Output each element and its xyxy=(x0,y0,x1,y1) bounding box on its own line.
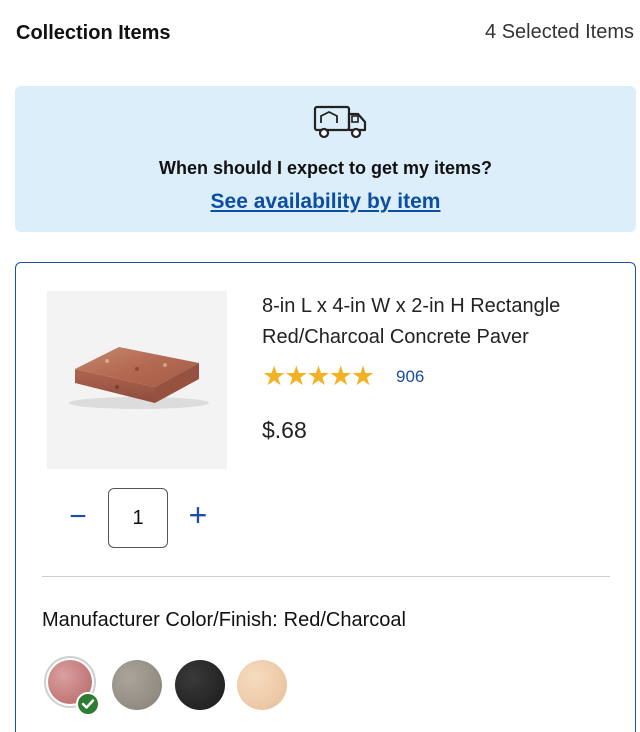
color-finish-caption: Manufacturer Color/Finish: xyxy=(42,609,278,631)
page-title: Collection Items xyxy=(16,22,171,44)
availability-banner: When should I expect to get my items? Se… xyxy=(15,86,636,232)
collection-header: Collection Items 4 Selected Items xyxy=(16,20,634,48)
product-image[interactable] xyxy=(47,291,227,469)
decrease-quantity-button[interactable]: − xyxy=(66,502,90,533)
swatch-tan-fill xyxy=(237,660,287,710)
swatch-gray[interactable] xyxy=(112,660,164,712)
availability-question: When should I expect to get my items? xyxy=(158,158,493,178)
star-rating-icons: ★★★★★ xyxy=(262,361,375,391)
increase-quantity-button[interactable]: + xyxy=(184,499,212,531)
selected-check-icon xyxy=(76,692,100,716)
divider xyxy=(42,576,610,577)
paver-brick-image xyxy=(69,347,209,409)
see-availability-link[interactable]: See availability by item xyxy=(15,190,636,214)
product-price: $.68 xyxy=(262,417,307,443)
swatch-red-charcoal[interactable] xyxy=(44,656,100,716)
review-count[interactable]: 906 xyxy=(396,367,424,387)
quantity-input[interactable] xyxy=(108,488,168,548)
swatch-gray-fill xyxy=(112,660,162,710)
delivery-truck-icon xyxy=(313,105,367,139)
color-finish-label: Manufacturer Color/Finish: Red/Charcoal xyxy=(42,609,406,632)
product-title[interactable]: 8-in L x 4-in W x 2-in H Rectangle Red/C… xyxy=(262,291,622,353)
selected-items-count: 4 Selected Items xyxy=(485,21,634,43)
swatch-charcoal[interactable] xyxy=(175,660,227,712)
swatch-tan[interactable] xyxy=(237,660,289,712)
swatch-charcoal-fill xyxy=(175,660,225,710)
color-finish-value: Red/Charcoal xyxy=(283,609,406,631)
product-card: 8-in L x 4-in W x 2-in H Rectangle Red/C… xyxy=(15,262,636,732)
